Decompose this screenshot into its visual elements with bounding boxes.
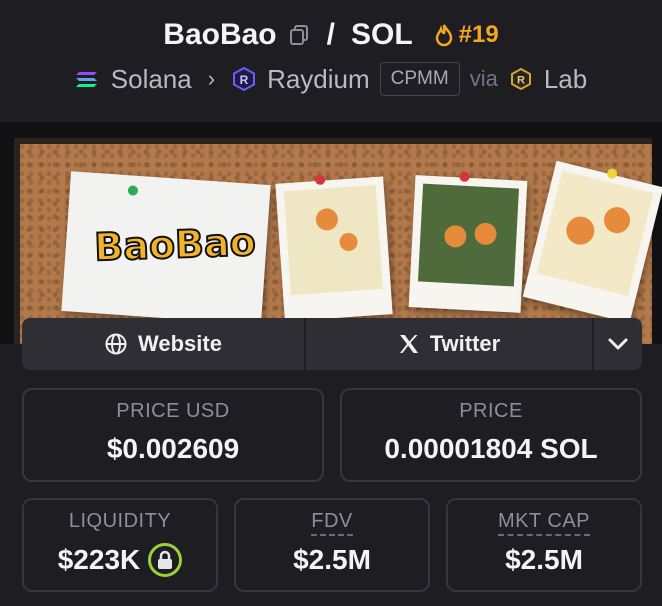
twitter-label: Twitter bbox=[429, 331, 501, 356]
price-native-value: 0.00001804 SOL bbox=[384, 433, 598, 464]
liquidity-value: $223K bbox=[57, 544, 141, 575]
pool-type-badge: CPMM bbox=[379, 62, 460, 96]
chain-link[interactable]: Solana bbox=[111, 64, 192, 95]
copy-icon[interactable] bbox=[287, 23, 311, 47]
pin-icon bbox=[314, 174, 326, 186]
polaroid-photo bbox=[275, 174, 393, 322]
chevron-down-icon bbox=[608, 338, 628, 350]
token-banner-image: BaoBao bbox=[0, 122, 662, 344]
svg-text:R: R bbox=[240, 73, 249, 87]
quote-token: SOL bbox=[350, 18, 413, 51]
market-cap-value: $2.5M bbox=[505, 544, 583, 575]
price-native-card: PRICE 0.00001804 SOL bbox=[340, 388, 642, 482]
pair-separator: / bbox=[326, 18, 335, 51]
token-name: BaoBao bbox=[163, 18, 277, 51]
pair-title: BaoBao / SOL #19 bbox=[0, 18, 662, 52]
photo-scene bbox=[536, 170, 654, 297]
solana-icon bbox=[75, 72, 97, 87]
liquidity-label: LIQUIDITY bbox=[68, 510, 172, 532]
liquidity-value-row: $223K bbox=[24, 543, 216, 577]
price-usd-value: $0.002609 bbox=[106, 433, 240, 464]
liquidity-card: LIQUIDITY $223K bbox=[22, 498, 218, 592]
pin-icon bbox=[459, 171, 470, 182]
website-label: Website bbox=[138, 331, 222, 356]
dog-figure bbox=[563, 213, 598, 248]
banner-logo: BaoBao bbox=[93, 219, 258, 271]
corkboard: BaoBao bbox=[14, 138, 662, 344]
twitter-button[interactable]: Twitter bbox=[306, 318, 594, 370]
market-cap-card[interactable]: MKT CAP $2.5M bbox=[446, 498, 642, 592]
svg-text:R: R bbox=[517, 75, 525, 87]
fdv-value: $2.5M bbox=[293, 544, 371, 575]
pair-breadcrumb: Solana › R Raydium CPMM via R Lab bbox=[0, 62, 662, 96]
liquidity-lock-badge[interactable] bbox=[148, 543, 183, 577]
dog-figure bbox=[601, 204, 633, 236]
fdv-card[interactable]: FDV $2.5M bbox=[234, 498, 430, 592]
x-logo-icon bbox=[399, 335, 418, 353]
via-text: via bbox=[469, 66, 498, 91]
dog-figure bbox=[443, 224, 467, 248]
dog-figure bbox=[315, 207, 339, 232]
fdv-label: FDV bbox=[311, 510, 353, 536]
dex-link[interactable]: Raydium bbox=[267, 64, 370, 95]
price-native-label: PRICE bbox=[459, 400, 523, 422]
more-links-button[interactable] bbox=[594, 318, 642, 370]
polaroid-photo bbox=[522, 160, 662, 324]
launchpad-link[interactable]: Lab bbox=[544, 64, 587, 95]
pin-icon bbox=[606, 167, 619, 180]
fire-icon bbox=[435, 24, 452, 47]
website-button[interactable]: Website bbox=[22, 318, 306, 370]
chevron-right-icon: › bbox=[207, 66, 216, 91]
dog-figure bbox=[338, 232, 359, 252]
price-usd-card: PRICE USD $0.002609 bbox=[22, 388, 324, 482]
price-usd-label: PRICE USD bbox=[116, 400, 230, 422]
paper-note: BaoBao bbox=[61, 171, 271, 325]
launchlab-icon: R bbox=[510, 67, 531, 91]
pair-header: BaoBao / SOL #19 Solana › R Raydium CPMM… bbox=[0, 0, 662, 122]
polaroid-photo bbox=[408, 171, 528, 313]
rank-label: #19 bbox=[458, 21, 499, 48]
lock-icon bbox=[158, 550, 173, 569]
pin-icon bbox=[127, 185, 139, 196]
photo-scene bbox=[283, 184, 383, 296]
social-links-bar: Website Twitter bbox=[22, 318, 642, 370]
dog-figure bbox=[473, 222, 498, 246]
market-cap-label: MKT CAP bbox=[497, 510, 591, 536]
raydium-icon: R bbox=[233, 66, 256, 92]
photo-scene bbox=[417, 183, 519, 287]
trending-rank[interactable]: #19 bbox=[433, 21, 499, 49]
globe-icon bbox=[105, 333, 127, 355]
